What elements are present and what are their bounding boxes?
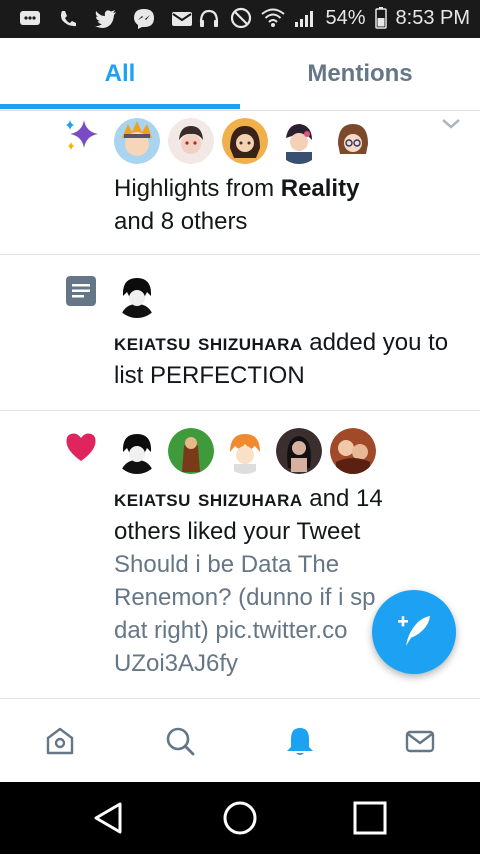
status-bar: 54% 8:53 PM — [0, 0, 480, 38]
recents-icon[interactable] — [350, 798, 390, 838]
avatar[interactable] — [114, 272, 160, 318]
system-nav-bar — [0, 782, 480, 854]
wifi-icon — [261, 6, 286, 30]
user-name[interactable]: keiatsu shizuhara — [114, 485, 303, 512]
notification-text: keiatsu shizuhara added you to list PERF… — [114, 326, 454, 392]
avatar[interactable] — [168, 118, 214, 164]
no-disturb-icon — [229, 6, 253, 30]
battery-percent: 54% — [325, 6, 366, 29]
tab-mentions[interactable]: Mentions — [240, 38, 480, 110]
chevron-down-icon[interactable] — [440, 116, 462, 132]
compose-button[interactable] — [372, 590, 456, 674]
avatar-row — [114, 428, 376, 474]
phone-icon — [56, 7, 80, 31]
battery-icon — [374, 6, 388, 30]
message-icon — [18, 7, 42, 31]
heart-icon — [62, 428, 100, 466]
notification-list-added[interactable]: keiatsu shizuhara added you to list PERF… — [0, 254, 480, 411]
messages-icon[interactable] — [400, 721, 440, 761]
active-tab-indicator — [0, 104, 240, 109]
avatar[interactable] — [114, 118, 160, 164]
highlights-others: and 8 others — [114, 208, 248, 235]
avatar[interactable] — [330, 428, 376, 474]
avatar[interactable] — [222, 428, 268, 474]
twitter-icon — [94, 7, 118, 31]
avatar[interactable] — [330, 118, 376, 164]
avatar[interactable] — [168, 428, 214, 474]
notification-text: Highlights from Reality and 8 others — [114, 172, 454, 238]
notifications-tabs: All Mentions — [0, 38, 480, 111]
highlights-source[interactable]: Reality — [281, 175, 360, 202]
signal-icon — [293, 6, 317, 30]
avatar-row — [114, 118, 376, 164]
notification-text: keiatsu shizuhara and 14 others liked yo… — [114, 482, 454, 548]
notifications-icon[interactable] — [280, 721, 320, 761]
status-time: 8:53 PM — [395, 6, 470, 29]
compose-icon — [398, 616, 430, 646]
status-system-icons: 54% 8:53 PM — [197, 6, 470, 30]
notification-highlights[interactable]: Highlights from Reality and 8 others — [0, 110, 480, 255]
home-circle-icon[interactable] — [220, 798, 260, 838]
tweet-line: Should i be Data The — [114, 551, 340, 578]
user-name[interactable]: keiatsu shizuhara — [114, 329, 303, 356]
mail-icon — [170, 7, 194, 31]
highlights-label: Highlights from — [114, 175, 281, 202]
avatar[interactable] — [276, 428, 322, 474]
bottom-nav — [0, 698, 480, 783]
avatar[interactable] — [276, 118, 322, 164]
sparkle-icon — [62, 116, 100, 154]
headphones-icon — [197, 6, 221, 30]
avatar[interactable] — [222, 118, 268, 164]
status-notification-icons — [18, 7, 194, 31]
tab-all[interactable]: All — [0, 38, 240, 110]
list-icon — [62, 272, 100, 310]
back-icon[interactable] — [88, 798, 128, 838]
home-icon[interactable] — [40, 721, 80, 761]
avatar[interactable] — [114, 428, 160, 474]
avatar-row — [114, 272, 160, 318]
messenger-icon — [132, 7, 156, 31]
search-icon[interactable] — [160, 721, 200, 761]
